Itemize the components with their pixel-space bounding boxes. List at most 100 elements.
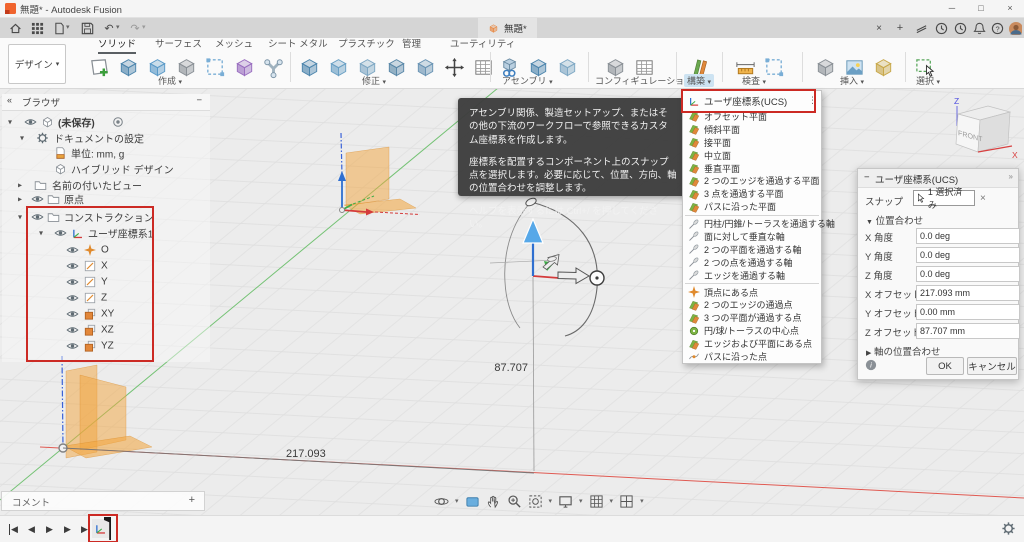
menu-item-axis-two-planes[interactable]: 2 つの平面を通過する軸: [683, 243, 821, 256]
x-offset-dimension-label[interactable]: 217.093: [286, 448, 326, 460]
form-icon[interactable]: [231, 53, 257, 81]
inspect-group-label[interactable]: 検査 ▾: [742, 74, 766, 87]
look-at-icon[interactable]: [465, 494, 480, 509]
display-caret[interactable]: ▾: [579, 497, 583, 505]
expander-icon[interactable]: ▸: [18, 195, 22, 204]
cancel-button[interactable]: キャンセル: [967, 357, 1017, 375]
file-menu-caret[interactable]: ▾: [66, 23, 70, 31]
menu-item-point-three-planes[interactable]: 3 つの平面が通過する点: [683, 311, 821, 324]
orbit-caret[interactable]: ▾: [455, 497, 459, 505]
move-copy-icon[interactable]: [441, 53, 467, 81]
maximize-button[interactable]: □: [967, 0, 995, 17]
timeline-go-start-icon[interactable]: ◀: [6, 522, 21, 536]
tree-row-origin[interactable]: ▸ 原点: [0, 191, 215, 207]
change-parameters-icon[interactable]: [470, 53, 496, 81]
menu-item-point-along-path[interactable]: パスに沿った点: [683, 350, 821, 363]
browser-collapse-icon[interactable]: «: [7, 95, 12, 105]
rigid-group-icon[interactable]: [554, 53, 580, 81]
menu-item-point-center[interactable]: 円/球/トーラスの中心点: [683, 324, 821, 337]
tree-row-document[interactable]: ▾ (未保存): [0, 114, 215, 130]
x-angle-input[interactable]: 0.0 deg: [916, 228, 1020, 244]
help-icon[interactable]: [988, 20, 1006, 36]
insert-mesh-icon[interactable]: [870, 53, 896, 81]
new-tab-icon[interactable]: +: [891, 20, 909, 36]
expander-icon[interactable]: ▾: [18, 213, 22, 222]
timeline-step-back-icon[interactable]: ◀: [24, 522, 39, 536]
info-icon[interactable]: [865, 359, 877, 371]
redo-caret[interactable]: ▾: [142, 23, 146, 31]
visibility-eye-icon[interactable]: [31, 193, 44, 206]
document-tab[interactable]: 無題*: [478, 18, 537, 38]
y-offset-input[interactable]: 0.00 mm: [916, 304, 1020, 320]
comment-bar[interactable]: コメント +: [1, 491, 205, 511]
z-offset-dimension-label[interactable]: 87.707: [494, 362, 528, 374]
modify-group-label[interactable]: 修正 ▾: [362, 74, 386, 87]
menu-item-plane-along-path[interactable]: パスに沿った平面: [683, 200, 821, 213]
z-offset-input[interactable]: 87.707 mm: [916, 323, 1020, 339]
menu-item-point-edge-plane[interactable]: エッジおよび平面にある点: [683, 337, 821, 350]
y-angle-input[interactable]: 0.0 deg: [916, 247, 1020, 263]
fit-icon[interactable]: [528, 494, 543, 509]
menu-item-point-vertex[interactable]: 頂点にある点: [683, 286, 821, 299]
tab-solid[interactable]: ソリッド: [98, 38, 137, 54]
grid-caret[interactable]: ▾: [610, 497, 614, 505]
construct-group-label[interactable]: 構築 ▾: [684, 74, 715, 87]
expander-icon[interactable]: ▾: [8, 118, 12, 127]
save-icon[interactable]: [78, 20, 96, 36]
menu-item-perpendicular-plane[interactable]: 垂直平面: [683, 162, 821, 175]
activate-radio-icon[interactable]: [112, 116, 124, 128]
job-status-icon[interactable]: [932, 20, 950, 36]
tree-row-units[interactable]: 単位: mm, g: [0, 145, 215, 161]
minimize-button[interactable]: ─: [938, 0, 966, 17]
snap-selection-button[interactable]: 1 選択済み: [913, 187, 975, 210]
orbit-icon[interactable]: [434, 494, 449, 509]
app-grid-icon[interactable]: [28, 20, 46, 36]
history-icon[interactable]: [951, 20, 969, 36]
fillet-icon[interactable]: [325, 53, 351, 81]
view-cube[interactable]: Z FRONT X: [936, 92, 1024, 174]
tab-mesh[interactable]: メッシュ: [215, 38, 253, 52]
derive-icon[interactable]: [202, 53, 228, 81]
menu-item-tangent-plane[interactable]: 接平面: [683, 136, 821, 149]
dialog-collapse-icon[interactable]: −: [864, 172, 870, 183]
tab-utilities[interactable]: ユーティリティ: [450, 38, 515, 52]
insert-derive-icon[interactable]: [812, 53, 838, 81]
add-comment-icon[interactable]: +: [189, 494, 195, 506]
close-button[interactable]: ×: [996, 0, 1024, 17]
grid-settings-icon[interactable]: [589, 494, 604, 509]
z-angle-input[interactable]: 0.0 deg: [916, 266, 1020, 282]
insert-group-label[interactable]: 挿入 ▾: [840, 74, 864, 87]
menu-item-axis-perpendicular-face[interactable]: 面に対して垂直な軸: [683, 230, 821, 243]
zoom-icon[interactable]: [507, 494, 522, 509]
home-icon[interactable]: [6, 20, 24, 36]
assemble-group-label[interactable]: アセンブリ ▾: [502, 74, 553, 87]
settings-gear-icon[interactable]: [1001, 521, 1016, 536]
create-sketch-icon[interactable]: [86, 53, 112, 81]
menu-item-plane-three-points[interactable]: 3 点を通過する平面: [683, 187, 821, 200]
close-tab-icon[interactable]: ×: [870, 20, 888, 36]
dialog-detach-icon[interactable]: »: [1009, 172, 1013, 181]
menu-item-axis-two-points[interactable]: 2 つの点を通過する軸: [683, 256, 821, 269]
snap-clear-icon[interactable]: ×: [980, 193, 986, 204]
menu-item-midplane[interactable]: 中立面: [683, 149, 821, 162]
tab-plastic[interactable]: プラスチック: [338, 38, 395, 52]
timeline-play-icon[interactable]: ▶: [42, 522, 57, 536]
expander-icon[interactable]: ▾: [20, 134, 24, 143]
align-section-header[interactable]: ▼ 位置合わせ: [866, 213, 923, 227]
menu-item-angled-plane[interactable]: 傾斜平面: [683, 123, 821, 136]
combine-icon[interactable]: [383, 53, 409, 81]
ok-button[interactable]: OK: [926, 357, 964, 375]
browser-minimize-icon[interactable]: −: [196, 95, 202, 106]
expander-icon[interactable]: ▸: [18, 181, 22, 190]
timeline-step-forward-icon[interactable]: ▶: [60, 522, 75, 536]
menu-item-plane-two-edges[interactable]: 2 つのエッジを通過する平面: [683, 174, 821, 187]
select-group-label[interactable]: 選択 ▾: [916, 74, 940, 87]
viewports-icon[interactable]: [619, 494, 634, 509]
extensions-icon[interactable]: [912, 20, 930, 36]
pipe-icon[interactable]: [260, 53, 286, 81]
pan-hand-icon[interactable]: [486, 494, 501, 509]
x-offset-input[interactable]: 217.093 mm: [916, 285, 1020, 301]
axis-align-section-header[interactable]: ▶ 軸の位置合わせ: [866, 344, 941, 358]
viewports-caret[interactable]: ▾: [640, 497, 644, 505]
workspace-selector[interactable]: デザイン ▾: [8, 44, 66, 84]
